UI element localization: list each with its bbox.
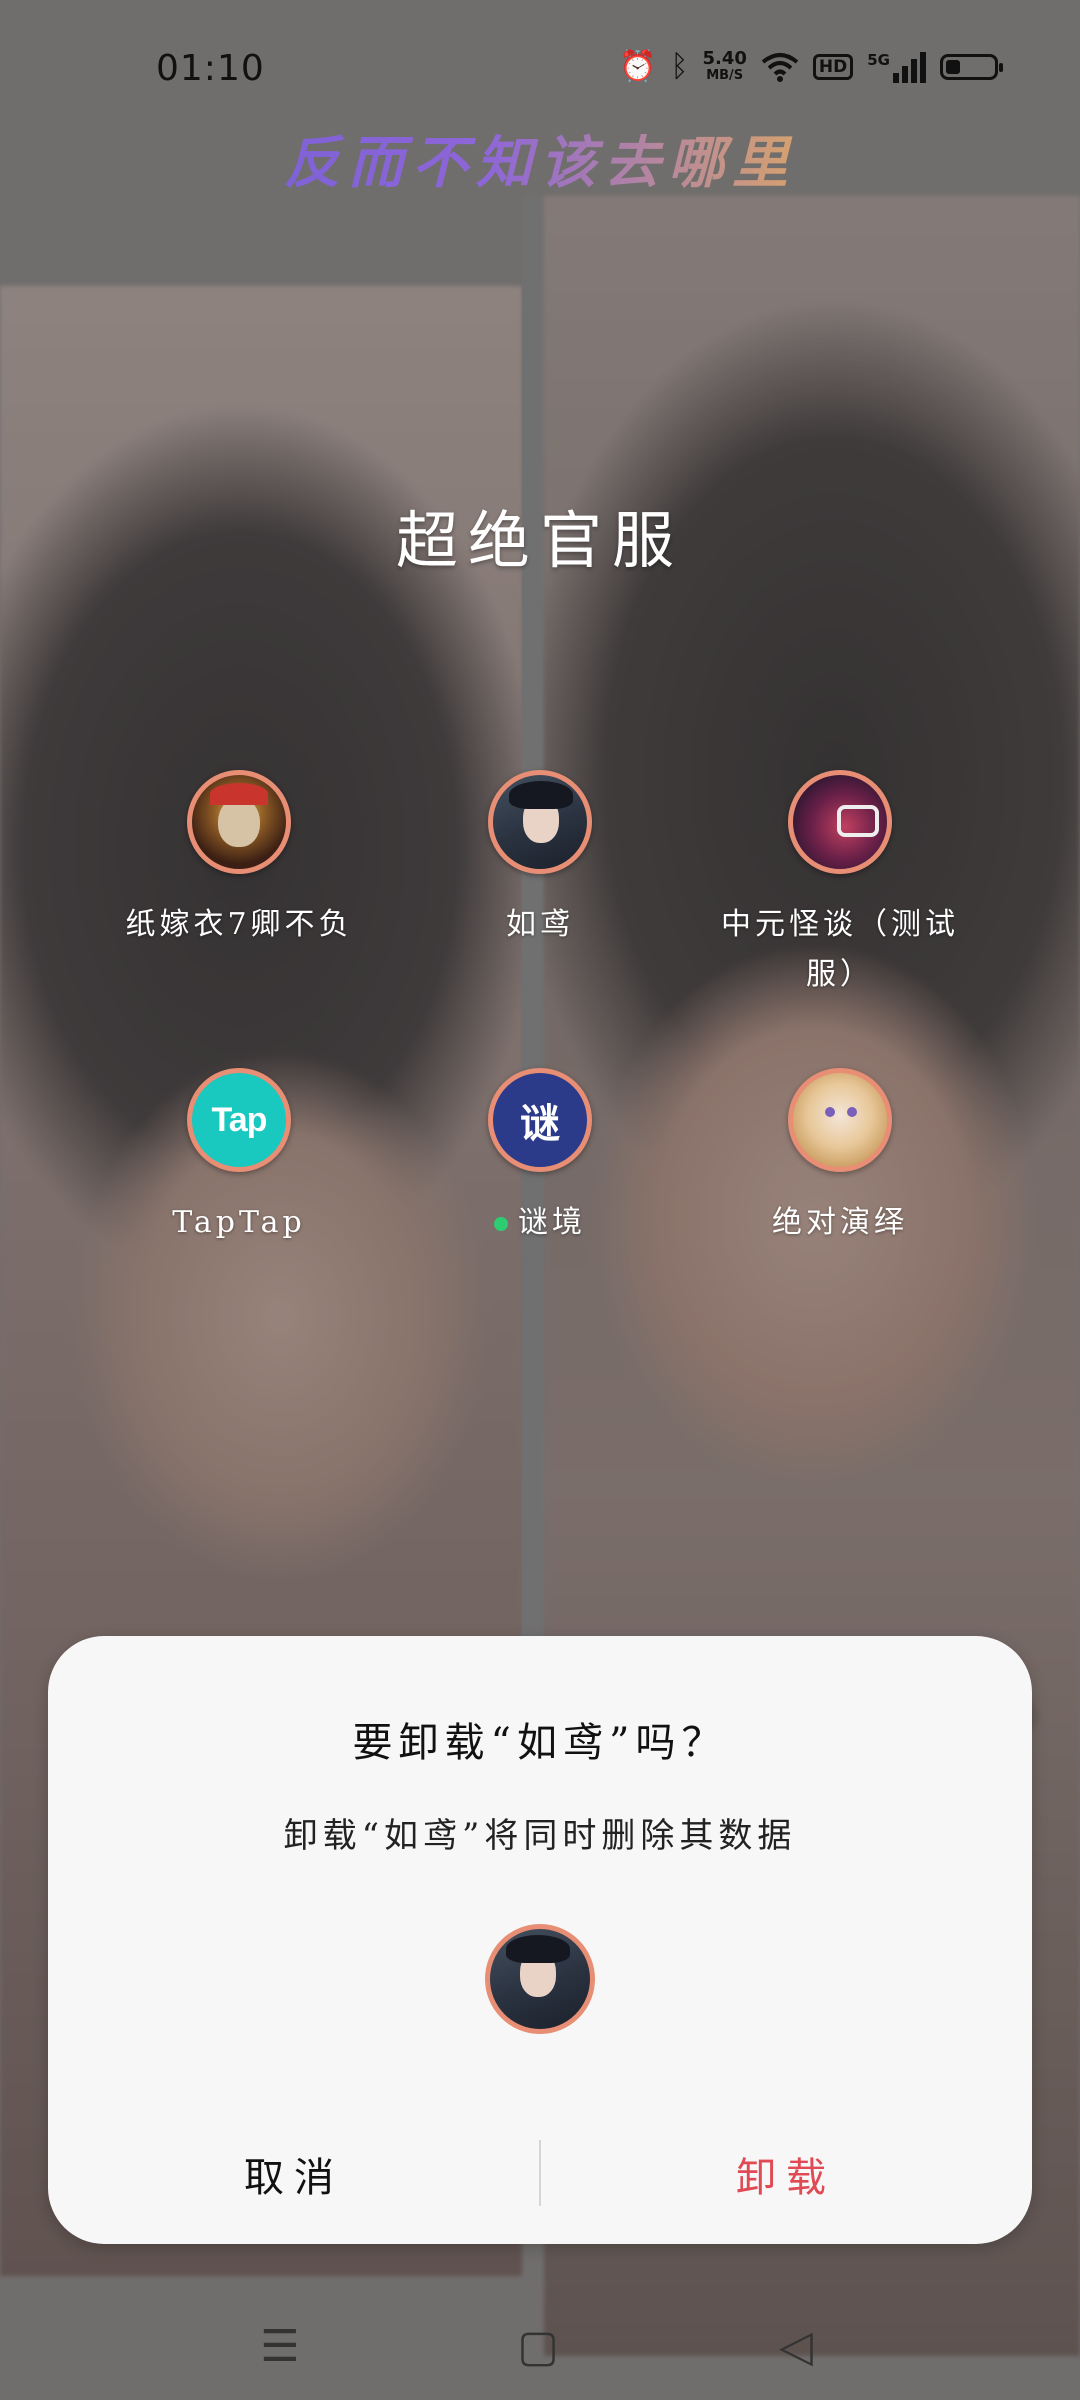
home-icon[interactable]: ▢ <box>508 2316 568 2376</box>
app-item[interactable]: 谜 谜境 <box>390 1068 690 1248</box>
anime-girl-icon[interactable] <box>788 1068 892 1172</box>
signal-icon: 5G <box>867 51 926 83</box>
taptap-icon-text: Tap <box>211 1100 268 1139</box>
app-item[interactable]: 如鸢 <box>390 770 690 950</box>
app-label: 谜境 <box>518 1205 586 1240</box>
back-icon[interactable]: ◁ <box>766 2316 826 2376</box>
net-speed-value: 5.40 <box>702 48 747 69</box>
status-time: 01:10 <box>156 48 265 89</box>
battery-icon <box>940 54 1003 80</box>
mijing-icon[interactable]: 谜 <box>488 1068 592 1172</box>
app-item[interactable]: Tap TapTap <box>89 1068 389 1248</box>
app-label-row: 谜境 <box>390 1198 690 1248</box>
character-icon[interactable] <box>488 770 592 874</box>
net-speed: 5.40 MB/S <box>702 50 746 84</box>
folder-title[interactable]: 超绝官服 <box>0 490 1080 580</box>
app-item[interactable]: 绝对演绎 <box>690 1068 990 1248</box>
app-label: 绝对演绎 <box>772 1205 908 1240</box>
hd-badge: HD <box>812 54 854 80</box>
mijing-icon-text: 谜 <box>520 1101 560 1147</box>
app-item[interactable]: 纸嫁衣7卿不负 <box>89 770 389 950</box>
alarm-icon: ⏰ <box>619 49 657 84</box>
dialog-title: 要卸载“如鸢”吗？ <box>352 1720 728 1766</box>
dialog-app-icon <box>485 1924 595 2034</box>
app-label: 纸嫁衣7卿不负 <box>125 907 353 942</box>
ghost-story-icon[interactable] <box>788 770 892 874</box>
dialog-message: 卸载“如鸢”将同时删除其数据 <box>283 1816 797 1856</box>
network-type: 5G <box>867 51 890 69</box>
wifi-icon <box>761 53 799 82</box>
net-speed-unit: MB/S <box>706 68 744 83</box>
navigation-bar: ☰ ▢ ◁ <box>0 2290 1080 2400</box>
app-label: 中元怪谈（测试服） <box>721 907 959 992</box>
wallpaper-banner-text: 反而不知该去哪里 <box>0 118 1080 199</box>
app-label: 如鸢 <box>506 907 574 942</box>
app-label: TapTap <box>172 1205 306 1240</box>
uninstall-button[interactable]: 卸载 <box>540 2104 1032 2244</box>
bluetooth-icon: ᛒ <box>670 49 689 84</box>
bride-icon[interactable] <box>187 770 291 874</box>
dialog-button-row: 取消 卸载 <box>48 2104 1032 2244</box>
uninstall-dialog: 要卸载“如鸢”吗？ 卸载“如鸢”将同时删除其数据 取消 卸载 <box>48 1636 1032 2244</box>
status-icons: ⏰ ᛒ 5.40 MB/S HD 5G <box>619 49 1003 84</box>
new-app-dot <box>494 1217 508 1231</box>
taptap-icon[interactable]: Tap <box>187 1068 291 1172</box>
menu-icon[interactable]: ☰ <box>250 2316 310 2376</box>
cancel-button[interactable]: 取消 <box>48 2104 540 2244</box>
app-item[interactable]: 中元怪谈（测试服） <box>690 770 990 1000</box>
